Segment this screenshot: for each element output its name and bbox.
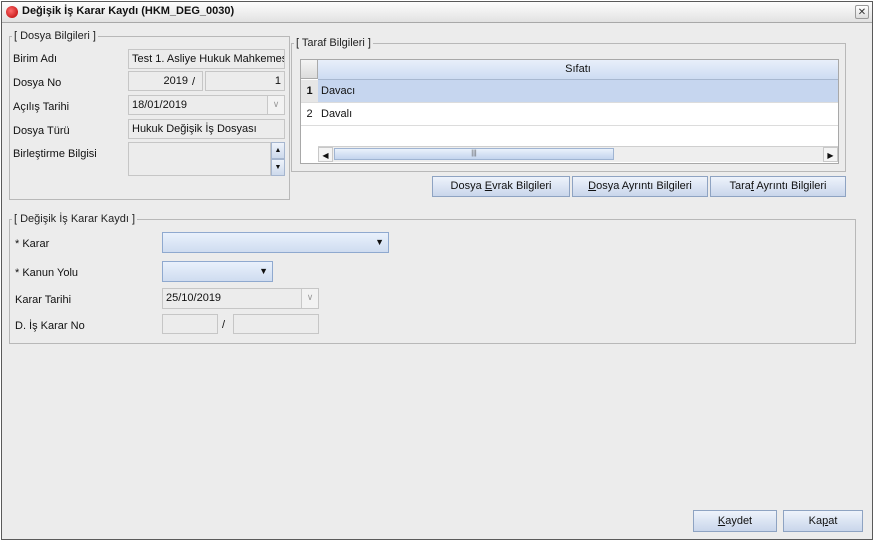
taraf-ayrinti-bilgileri-button[interactable]: Taraf Ayrıntı Bilgileri (710, 176, 846, 197)
scroll-up-icon[interactable]: ▲ (271, 142, 285, 159)
karar-tarihi-value: 25/10/2019 (166, 292, 222, 304)
chevron-down-icon: ▼ (259, 266, 268, 276)
dosya-bilgileri-legend: [ Dosya Bilgileri ] (14, 30, 96, 42)
table-row[interactable]: 1 Davacı (301, 80, 838, 103)
cell-sifati: Davalı (321, 108, 353, 120)
dosya-evrak-bilgileri-button[interactable]: Dosya Evrak Bilgileri (432, 176, 570, 197)
karar-select[interactable]: ▼ (162, 232, 389, 253)
horizontal-scrollbar[interactable]: ◀ ||| ▶ (318, 146, 838, 162)
cell-sifati: Davacı (321, 85, 356, 97)
karar-no-label: D. İş Karar No (15, 320, 85, 332)
karar-tarihi-field[interactable]: 25/10/2019 ∨ (162, 288, 319, 309)
row-number: 1 (301, 80, 318, 102)
close-icon[interactable]: ✕ (855, 5, 869, 19)
kanun-yolu-select[interactable]: ▼ (162, 261, 273, 282)
dosya-no-label: Dosya No (13, 77, 62, 89)
column-header-sifati[interactable]: Sıfatı (318, 60, 838, 80)
title-bar[interactable]: Değişik İş Karar Kaydı (HKM_DEG_0030) ✕ (2, 2, 872, 23)
karar-no-yil-field[interactable] (162, 314, 218, 334)
birim-adi-field: Test 1. Asliye Hukuk Mahkemesi (128, 49, 285, 69)
kapat-button[interactable]: Kapat (783, 510, 863, 532)
birim-adi-label: Birim Adı (13, 53, 58, 65)
dosya-turu-label: Dosya Türü (13, 125, 70, 137)
dosya-no-sira-field: 1 (205, 71, 285, 91)
karar-no-separator: / (222, 319, 226, 331)
chevron-down-icon: ▼ (375, 237, 384, 247)
birlestirme-bilgisi-field[interactable] (128, 142, 271, 176)
acilis-tarihi-label: Açılış Tarihi (13, 101, 70, 113)
app-logo-icon (6, 6, 18, 18)
scroll-left-icon[interactable]: ◀ (318, 147, 333, 162)
kanun-yolu-label: * Kanun Yolu (15, 267, 79, 279)
karar-kaydi-legend: [ Değişik İş Karar Kaydı ] (14, 213, 136, 225)
table-row[interactable]: 2 Davalı (301, 103, 838, 126)
dosya-ayrinti-bilgileri-button[interactable]: Dosya Ayrıntı Bilgileri (572, 176, 708, 197)
scroll-down-icon[interactable]: ▼ (271, 159, 285, 176)
chevron-down-icon: ∨ (267, 96, 284, 114)
karar-label: * Karar (15, 238, 50, 250)
karar-kaydi-group: [ Değişik İş Karar Kaydı ] (9, 213, 856, 344)
acilis-tarihi-value: 18/01/2019 (132, 99, 188, 111)
dialog-window: Değişik İş Karar Kaydı (HKM_DEG_0030) ✕ … (1, 1, 873, 540)
window-title: Değişik İş Karar Kaydı (HKM_DEG_0030) (22, 5, 235, 17)
chevron-down-icon[interactable]: ∨ (301, 289, 318, 308)
acilis-tarihi-field: 18/01/2019 ∨ (128, 95, 285, 115)
dosya-no-separator: / (192, 76, 196, 88)
row-number: 2 (306, 108, 313, 120)
taraf-table: Sıfatı 1 Davacı 2 Davalı ◀ ||| ▶ (300, 59, 839, 164)
dosya-no-yil: 2019 (163, 75, 188, 87)
taraf-bilgileri-legend: [ Taraf Bilgileri ] (296, 37, 371, 49)
scroll-right-icon[interactable]: ▶ (823, 147, 838, 162)
table-corner (301, 60, 318, 79)
birlestirme-bilgisi-label: Birleştirme Bilgisi (13, 148, 97, 160)
kaydet-button[interactable]: Kaydet (693, 510, 777, 532)
karar-no-sira-field[interactable] (233, 314, 319, 334)
karar-tarihi-label: Karar Tarihi (15, 294, 72, 306)
dosya-turu-field: Hukuk Değişik İş Dosyası (128, 119, 285, 139)
scrollbar-thumb[interactable]: ||| (334, 148, 614, 160)
